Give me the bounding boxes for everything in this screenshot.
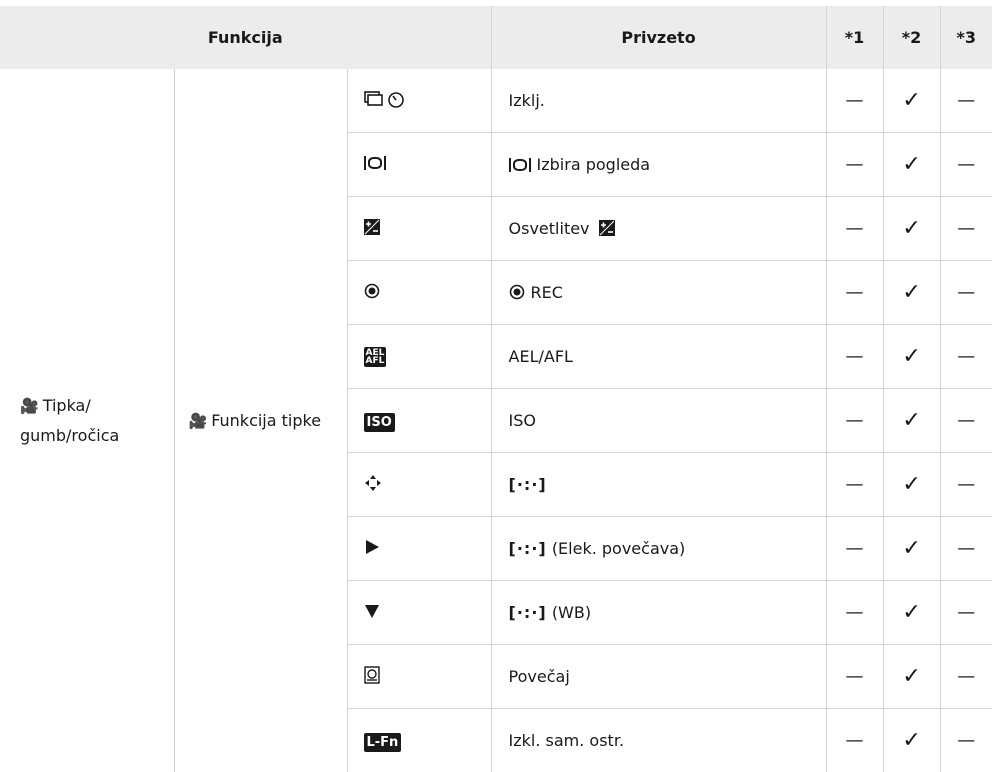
record-icon bbox=[364, 283, 380, 299]
symbol-cell: L-Fn bbox=[347, 709, 491, 772]
col3-cell: — bbox=[940, 261, 992, 325]
setting-cell: [·:·] (Elek. povečava) bbox=[491, 517, 826, 581]
table-row: 🎥Tipka/ gumb/ročica 🎥Funkcija tipke Izkl… bbox=[0, 69, 992, 133]
col2-cell: ✓ bbox=[883, 581, 940, 645]
movie-camera-icon: 🎥 bbox=[189, 406, 208, 436]
col3-cell: — bbox=[940, 197, 992, 261]
col3-cell: — bbox=[940, 517, 992, 581]
table-header-row: Funkcija Privzeto *1 *2 *3 bbox=[0, 3, 992, 69]
symbol-cell bbox=[347, 581, 491, 645]
col1-cell: — bbox=[826, 325, 883, 389]
symbol-cell bbox=[347, 517, 491, 581]
col1-cell: — bbox=[826, 133, 883, 197]
col1-cell: — bbox=[826, 261, 883, 325]
af-target-icon: [·:·] bbox=[509, 603, 547, 622]
col2-cell: ✓ bbox=[883, 133, 940, 197]
header-funkcija: Funkcija bbox=[0, 3, 491, 69]
group-level1-cell: 🎥Tipka/ gumb/ročica bbox=[0, 69, 174, 772]
view-selection-icon bbox=[364, 156, 386, 170]
af-target-icon: [·:·] bbox=[509, 539, 547, 558]
down-triangle-icon bbox=[364, 603, 380, 619]
col1-cell: — bbox=[826, 197, 883, 261]
col1-cell: — bbox=[826, 709, 883, 772]
group-level2-cell: 🎥Funkcija tipke bbox=[174, 69, 347, 772]
af-target-icon: [·:·] bbox=[509, 475, 547, 494]
symbol-cell: AELAFL bbox=[347, 325, 491, 389]
header-privzeto: Privzeto bbox=[491, 3, 826, 69]
symbol-cell bbox=[347, 645, 491, 709]
header-col1: *1 bbox=[826, 3, 883, 69]
col2-cell: ✓ bbox=[883, 517, 940, 581]
record-icon bbox=[509, 284, 525, 300]
col3-cell: — bbox=[940, 325, 992, 389]
l-fn-icon: L-Fn bbox=[364, 733, 402, 752]
symbol-cell bbox=[347, 133, 491, 197]
setting-label: (Elek. povečava) bbox=[552, 539, 685, 558]
col2-cell: ✓ bbox=[883, 389, 940, 453]
symbol-cell bbox=[347, 69, 491, 133]
setting-cell: ISO bbox=[491, 389, 826, 453]
arrow-pad-icon bbox=[364, 474, 382, 492]
col2-cell: ✓ bbox=[883, 69, 940, 133]
setting-cell: [·:·] (WB) bbox=[491, 581, 826, 645]
symbol-cell bbox=[347, 197, 491, 261]
setting-cell: REC bbox=[491, 261, 826, 325]
setting-cell: Izbira pogleda bbox=[491, 133, 826, 197]
symbol-cell: ISO bbox=[347, 389, 491, 453]
symbol-cell bbox=[347, 261, 491, 325]
col3-cell: — bbox=[940, 645, 992, 709]
col2-cell: ✓ bbox=[883, 261, 940, 325]
col3-cell: — bbox=[940, 581, 992, 645]
setting-cell: Izklj. bbox=[491, 69, 826, 133]
exposure-compensation-icon bbox=[599, 220, 615, 236]
setting-cell: [·:·] bbox=[491, 453, 826, 517]
col3-cell: — bbox=[940, 389, 992, 453]
col1-cell: — bbox=[826, 581, 883, 645]
setting-label: Osvetlitev bbox=[509, 219, 590, 238]
col2-cell: ✓ bbox=[883, 453, 940, 517]
setting-cell: Osvetlitev bbox=[491, 197, 826, 261]
movie-camera-icon: 🎥 bbox=[20, 391, 39, 421]
setting-label: (WB) bbox=[552, 603, 591, 622]
play-icon bbox=[364, 539, 380, 555]
col1-cell: — bbox=[826, 69, 883, 133]
col1-cell: — bbox=[826, 517, 883, 581]
col2-cell: ✓ bbox=[883, 325, 940, 389]
col3-cell: — bbox=[940, 453, 992, 517]
afl-text: AFL bbox=[366, 356, 385, 366]
col1-cell: — bbox=[826, 389, 883, 453]
view-selection-icon bbox=[509, 158, 531, 172]
setting-cell: Izkl. sam. ostr. bbox=[491, 709, 826, 772]
col2-cell: ✓ bbox=[883, 645, 940, 709]
col3-cell: — bbox=[940, 133, 992, 197]
header-col2: *2 bbox=[883, 3, 940, 69]
exposure-compensation-icon bbox=[364, 219, 380, 235]
setting-label: Izbira pogleda bbox=[537, 155, 651, 174]
col1-cell: — bbox=[826, 453, 883, 517]
symbol-cell bbox=[347, 453, 491, 517]
col3-cell: — bbox=[940, 709, 992, 772]
function-table: Funkcija Privzeto *1 *2 *3 🎥Tipka/ gumb/… bbox=[0, 0, 992, 772]
col2-cell: ✓ bbox=[883, 709, 940, 772]
col3-cell: — bbox=[940, 69, 992, 133]
col1-cell: — bbox=[826, 645, 883, 709]
sequential-self-timer-icon bbox=[364, 89, 408, 109]
header-col3: *3 bbox=[940, 3, 992, 69]
col2-cell: ✓ bbox=[883, 197, 940, 261]
group-level2-label: Funkcija tipke bbox=[211, 411, 321, 430]
ael-afl-icon: AELAFL bbox=[364, 347, 387, 367]
setting-cell: AEL/AFL bbox=[491, 325, 826, 389]
setting-cell: Povečaj bbox=[491, 645, 826, 709]
setting-label: REC bbox=[531, 283, 563, 302]
magnify-icon bbox=[364, 666, 380, 684]
iso-icon: ISO bbox=[364, 413, 395, 432]
